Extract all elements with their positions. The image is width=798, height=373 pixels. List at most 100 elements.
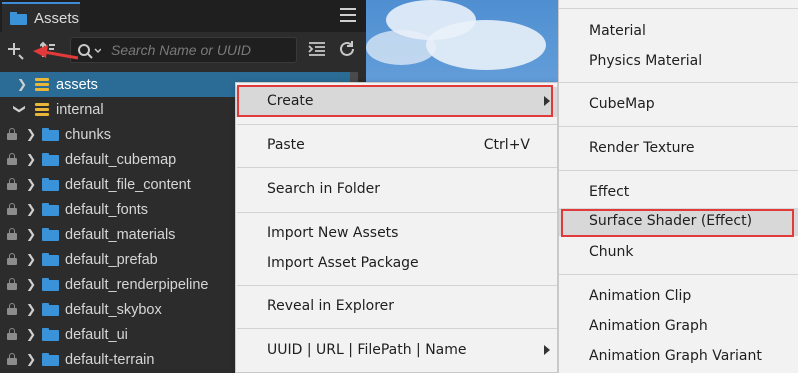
create-submenu: Material Physics Material CubeMap Render… [558, 0, 798, 373]
chevron-right-icon[interactable]: ❯ [26, 277, 36, 291]
menu-item-paste[interactable]: Paste Ctrl+V [236, 131, 557, 161]
submenu-arrow-icon [544, 96, 550, 106]
submenu-item-physics-material[interactable]: Physics Material [559, 48, 798, 76]
tree-row-label: default_fonts [65, 201, 149, 218]
submenu-item-surface-shader[interactable]: Surface Shader (Effect) [559, 208, 798, 236]
menu-item-uuid-url[interactable]: UUID | URL | FilePath | Name [236, 336, 557, 366]
chevron-right-icon[interactable]: ❯ [26, 352, 36, 366]
chevron-right-icon[interactable]: ❯ [26, 227, 36, 241]
chevron-right-icon[interactable]: ❯ [26, 127, 36, 141]
folder-icon [42, 303, 59, 316]
chevron-right-icon[interactable]: ❯ [26, 202, 36, 216]
menu-item-label: CubeMap [589, 96, 655, 112]
chevron-right-icon[interactable]: ❯ [17, 77, 27, 91]
tree-row-label: default-terrain [65, 351, 155, 368]
menu-divider [237, 124, 557, 125]
tree-row-label: default_cubemap [65, 151, 177, 168]
submenu-arrow-icon [544, 345, 550, 355]
refresh-icon[interactable] [338, 40, 356, 61]
folder-icon [42, 128, 59, 141]
lock-icon [7, 203, 17, 215]
chevron-down-icon[interactable]: ❯ [13, 104, 27, 114]
tree-row-label: default_prefab [65, 251, 158, 268]
tree-row-label: default_file_content [65, 176, 191, 193]
lock-icon [7, 253, 17, 265]
menu-item-search-in-folder[interactable]: Search in Folder [236, 175, 557, 205]
lock-icon [7, 128, 17, 140]
folder-icon [42, 203, 59, 216]
tree-row-label: assets [56, 76, 98, 93]
submenu-item-animation-graph[interactable]: Animation Graph [559, 313, 798, 341]
tree-row-label: default_skybox [65, 301, 162, 318]
folder-icon [42, 153, 59, 166]
menu-item-create[interactable]: Create [236, 87, 557, 117]
lock-icon [7, 353, 17, 365]
chevron-right-icon[interactable]: ❯ [26, 302, 36, 316]
menu-item-label: Material [589, 23, 646, 39]
folder-icon [42, 228, 59, 241]
submenu-item-material[interactable]: Material [559, 18, 798, 46]
hamburger-menu-icon[interactable] [340, 8, 356, 22]
lock-icon [7, 153, 17, 165]
chevron-right-icon[interactable]: ❯ [26, 152, 36, 166]
menu-item-label: Effect [589, 184, 630, 200]
chevron-right-icon[interactable]: ❯ [26, 327, 36, 341]
chevron-right-icon[interactable]: ❯ [26, 177, 36, 191]
folder-icon [42, 328, 59, 341]
panel-header: Assets [0, 0, 366, 32]
menu-divider [559, 126, 798, 127]
tree-row-label: default_renderpipeline [65, 276, 209, 293]
lock-icon [7, 278, 17, 290]
menu-divider [559, 82, 798, 83]
tree-row-label: chunks [65, 126, 111, 143]
menu-divider [237, 328, 557, 329]
tree-row-label: default_ui [65, 326, 128, 343]
menu-item-label: Import Asset Package [267, 255, 419, 271]
lock-icon [7, 328, 17, 340]
menu-item-reveal-in-explorer[interactable]: Reveal in Explorer [236, 292, 557, 322]
menu-item-label: Import New Assets [267, 225, 399, 241]
folder-icon [42, 353, 59, 366]
submenu-item-animation-graph-variant[interactable]: Animation Graph Variant [559, 343, 798, 371]
collapse-all-icon[interactable] [308, 41, 326, 60]
assets-tab[interactable]: Assets [2, 2, 80, 32]
menu-item-label: Reveal in Explorer [267, 298, 395, 314]
menu-divider [237, 285, 557, 286]
tree-row-label: default_materials [65, 226, 176, 243]
menu-item-import-asset-package[interactable]: Import Asset Package [236, 249, 557, 279]
menu-item-label: Create [267, 93, 314, 109]
submenu-item-cubemap[interactable]: CubeMap [559, 91, 798, 119]
menu-item-label: Surface Shader (Effect) [589, 213, 753, 229]
menu-item-label: Animation Graph [589, 318, 708, 334]
submenu-item-render-texture[interactable]: Render Texture [559, 135, 798, 163]
menu-item-label: Animation Clip [589, 288, 692, 304]
add-asset-icon[interactable] [6, 41, 26, 64]
search-input[interactable] [111, 38, 293, 62]
menu-divider [559, 274, 798, 275]
tree-row-label: internal [56, 101, 104, 118]
database-icon [35, 78, 49, 92]
search-icon [77, 43, 102, 62]
submenu-item-chunk[interactable]: Chunk [559, 239, 798, 267]
folder-icon [42, 178, 59, 191]
folder-icon [10, 11, 27, 25]
menu-divider [237, 167, 557, 168]
menu-divider [559, 8, 798, 9]
submenu-item-effect[interactable]: Effect [559, 179, 798, 207]
folder-icon [42, 278, 59, 291]
menu-item-label: Render Texture [589, 140, 695, 156]
menu-item-label: UUID | URL | FilePath | Name [267, 342, 467, 358]
lock-icon [7, 228, 17, 240]
menu-divider [237, 212, 557, 213]
lock-icon [7, 303, 17, 315]
menu-item-label: Paste [267, 137, 305, 153]
context-menu: Create Paste Ctrl+V Search in Folder Imp… [235, 82, 558, 373]
folder-icon [42, 253, 59, 266]
chevron-right-icon[interactable]: ❯ [26, 252, 36, 266]
database-icon [35, 103, 49, 117]
submenu-item-animation-clip[interactable]: Animation Clip [559, 283, 798, 311]
menu-item-label: Animation Graph Variant [589, 348, 762, 364]
menu-item-label: Chunk [589, 244, 634, 260]
lock-icon [7, 178, 17, 190]
menu-item-import-new-assets[interactable]: Import New Assets [236, 219, 557, 249]
